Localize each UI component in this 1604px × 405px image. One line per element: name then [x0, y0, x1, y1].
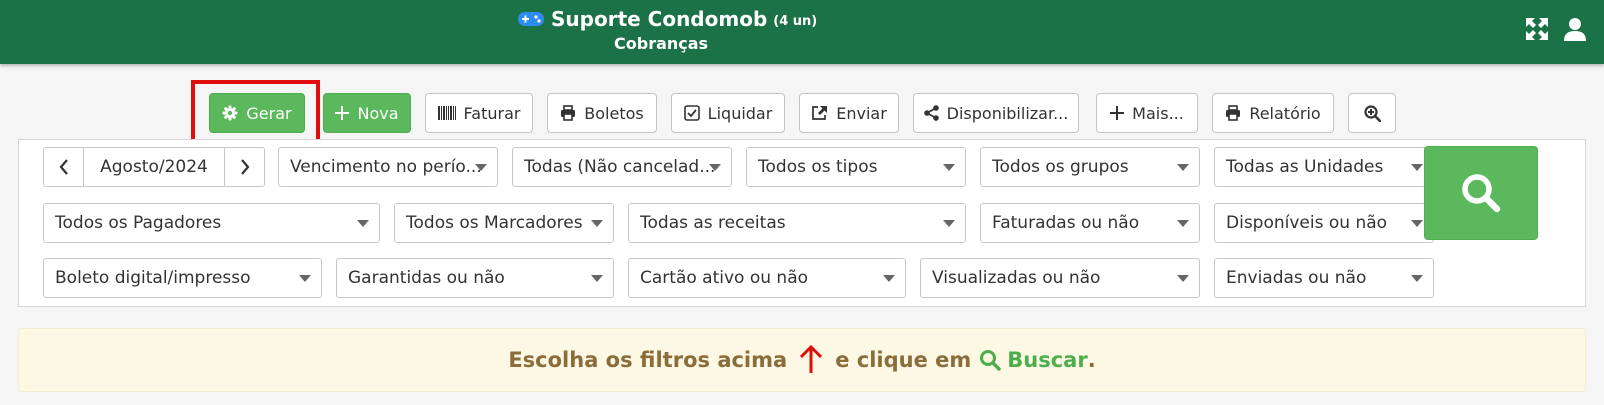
select-value: Garantidas ou não [348, 268, 505, 288]
select-value: Boleto digital/impresso [55, 268, 251, 288]
user-icon[interactable] [1562, 16, 1588, 42]
card-select[interactable]: Cartão ativo ou não [628, 258, 906, 298]
select-value: Visualizadas ou não [932, 268, 1101, 288]
caret-down-icon [1411, 164, 1423, 171]
liquidar-button[interactable]: Liquidar [671, 93, 785, 133]
select-value: Disponíveis ou não [1226, 213, 1388, 233]
units-count: (4 un) [773, 13, 818, 29]
info-text-choose: Escolha os filtros acima [508, 348, 788, 372]
select-value: Todas as receitas [640, 213, 786, 233]
caret-down-icon [943, 164, 955, 171]
share-nodes-icon [923, 105, 939, 121]
invoiced-select[interactable]: Faturadas ou não [980, 203, 1200, 243]
enviar-label: Enviar [836, 103, 887, 123]
boletos-label: Boletos [584, 103, 644, 123]
disponibilizar-button[interactable]: Disponibilizar... [913, 93, 1079, 133]
select-value: Todas (Não cancelad... [524, 157, 716, 177]
type-select[interactable]: Todos os tipos [746, 147, 966, 187]
previous-period-button[interactable] [44, 148, 84, 186]
select-value: Todos os Pagadores [55, 213, 222, 233]
caret-down-icon [475, 164, 487, 171]
revenue-select[interactable]: Todas as receitas [628, 203, 966, 243]
nova-button[interactable]: Nova [323, 93, 411, 133]
plus-icon [335, 106, 350, 120]
select-value: Todos os Marcadores [406, 213, 583, 233]
share-icon [812, 106, 828, 120]
select-value: Enviadas ou não [1226, 268, 1367, 288]
select-value: Todas as Unidades [1226, 157, 1384, 177]
due-period-select[interactable]: Vencimento no perío... [278, 147, 498, 187]
info-period: . [1087, 348, 1096, 372]
enviar-button[interactable]: Enviar [799, 93, 899, 133]
mais-button[interactable]: Mais... [1096, 93, 1198, 133]
liquidar-label: Liquidar [707, 103, 773, 123]
zoom-in-icon [1363, 104, 1381, 122]
faturar-button[interactable]: Faturar [425, 93, 533, 133]
plus-icon [1110, 106, 1125, 120]
buscar-link[interactable]: Buscar [1007, 348, 1087, 372]
period-value: Agosto/2024 [100, 157, 208, 177]
fullscreen-icon[interactable] [1524, 16, 1550, 42]
guaranteed-select[interactable]: Garantidas ou não [336, 258, 614, 298]
caret-down-icon [591, 275, 603, 282]
gerar-label: Gerar [246, 103, 292, 123]
nova-label: Nova [357, 103, 399, 123]
caret-down-icon [1411, 275, 1423, 282]
group-select[interactable]: Todos os grupos [980, 147, 1200, 187]
select-value: Cartão ativo ou não [640, 268, 809, 288]
select-value: Faturadas ou não [992, 213, 1140, 233]
next-period-button[interactable] [224, 148, 264, 186]
caret-down-icon [1177, 220, 1189, 227]
marker-select[interactable]: Todos os Marcadores [394, 203, 614, 243]
select-value: Vencimento no perío... [290, 157, 482, 177]
gerar-button[interactable]: Gerar [209, 93, 305, 133]
select-value: Todos os grupos [992, 157, 1129, 177]
sent-select[interactable]: Enviadas ou não [1214, 258, 1434, 298]
page-title: Cobranças [614, 34, 709, 53]
available-select[interactable]: Disponíveis ou não [1214, 203, 1434, 243]
info-text-click: e clique em [835, 348, 972, 372]
printer-icon [1226, 105, 1241, 121]
search-icon [980, 350, 1001, 371]
mais-label: Mais... [1132, 103, 1184, 123]
arrow-up-icon [800, 345, 823, 373]
boletos-button[interactable]: Boletos [547, 93, 657, 133]
barcode-icon [437, 106, 456, 120]
select-value: Todos os tipos [758, 157, 878, 177]
caret-down-icon [883, 275, 895, 282]
search-icon [1462, 174, 1501, 213]
zoom-button[interactable] [1348, 93, 1396, 133]
boleto-type-select[interactable]: Boleto digital/impresso [43, 258, 322, 298]
faturar-label: Faturar [463, 103, 521, 123]
caret-down-icon [709, 164, 721, 171]
printer-icon [561, 105, 576, 121]
app-header: Suporte Condomob (4 un) Cobranças [0, 0, 1604, 64]
caret-down-icon [299, 275, 311, 282]
gear-icon [222, 105, 238, 121]
caret-down-icon [943, 220, 955, 227]
disponibilizar-label: Disponibilizar... [946, 103, 1069, 123]
caret-down-icon [357, 220, 369, 227]
unit-select[interactable]: Todas as Unidades [1214, 147, 1434, 187]
gamepad-icon [518, 12, 544, 26]
relatorio-button[interactable]: Relatório [1212, 93, 1334, 133]
viewed-select[interactable]: Visualizadas ou não [920, 258, 1200, 298]
chevron-left-icon [59, 159, 68, 175]
chevron-right-icon [240, 159, 249, 175]
payer-select[interactable]: Todos os Pagadores [43, 203, 380, 243]
search-button[interactable] [1424, 146, 1538, 240]
checkbox-icon [683, 105, 700, 121]
caret-down-icon [1177, 275, 1189, 282]
status-select[interactable]: Todas (Não cancelad... [512, 147, 732, 187]
app-title: Suporte Condomob [551, 7, 768, 31]
period-picker: Agosto/2024 [43, 147, 265, 187]
header-title-row: Suporte Condomob (4 un) [517, 5, 817, 33]
relatorio-label: Relatório [1249, 103, 1321, 123]
info-banner: Escolha os filtros acima e clique em Bus… [18, 328, 1586, 392]
caret-down-icon [591, 220, 603, 227]
caret-down-icon [1411, 220, 1423, 227]
caret-down-icon [1177, 164, 1189, 171]
